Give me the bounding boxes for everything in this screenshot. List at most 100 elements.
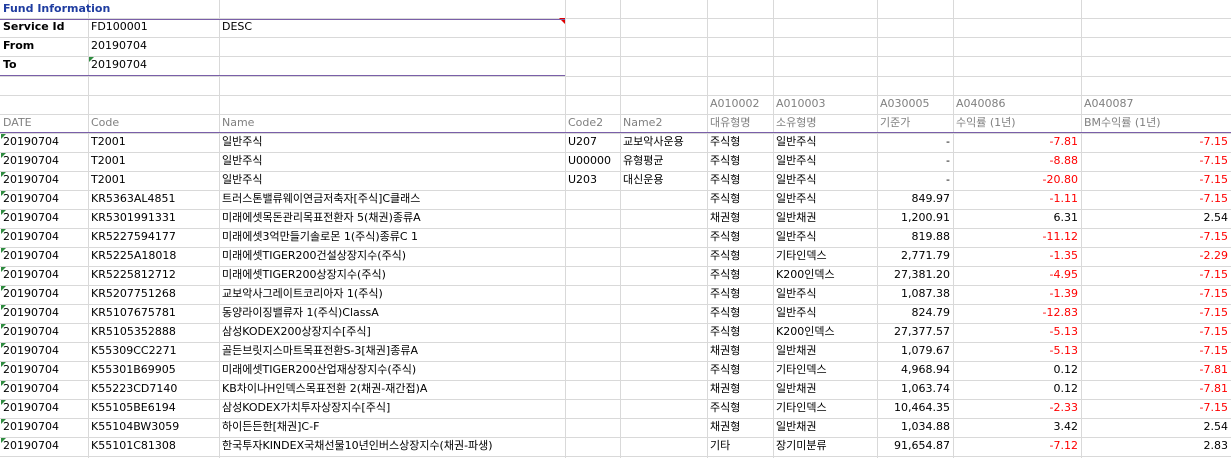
column-header-cell[interactable]: BM수익률 (1년): [1081, 114, 1231, 132]
return-1y-cell[interactable]: 6.31: [953, 209, 1081, 227]
nav-cell[interactable]: 27,381.20: [877, 266, 953, 284]
bm-return-1y-cell[interactable]: -7.15: [1081, 266, 1231, 284]
date-cell[interactable]: 20190704: [0, 361, 88, 379]
fund-name-cell[interactable]: 미래에셋3억만들기솔로몬 1(주식)종류C 1: [219, 228, 565, 246]
small-type-cell[interactable]: 기타인덱스: [773, 399, 877, 417]
nav-cell[interactable]: 1,079.67: [877, 342, 953, 360]
fund-code-cell[interactable]: KR5107675781: [88, 304, 219, 322]
return-1y-cell[interactable]: 0.12: [953, 380, 1081, 398]
date-cell[interactable]: 20190704: [0, 323, 88, 341]
bm-return-1y-cell[interactable]: 2.83: [1081, 437, 1231, 455]
fund-name-cell[interactable]: 일반주식: [219, 171, 565, 189]
fund-code-cell[interactable]: T2001: [88, 152, 219, 170]
code2-cell[interactable]: [565, 266, 620, 284]
return-1y-cell[interactable]: 3.42: [953, 418, 1081, 436]
code2-cell[interactable]: [565, 247, 620, 265]
return-1y-cell[interactable]: -8.88: [953, 152, 1081, 170]
date-cell[interactable]: 20190704: [0, 209, 88, 227]
date-cell[interactable]: 20190704: [0, 247, 88, 265]
bm-return-1y-cell[interactable]: -7.15: [1081, 285, 1231, 303]
fund-code-cell[interactable]: K55309CC2271: [88, 342, 219, 360]
small-type-cell[interactable]: 기타인덱스: [773, 361, 877, 379]
nav-cell[interactable]: 849.97: [877, 190, 953, 208]
big-type-cell[interactable]: 기타: [707, 437, 773, 455]
small-type-cell[interactable]: 일반채권: [773, 342, 877, 360]
date-cell[interactable]: 20190704: [0, 285, 88, 303]
date-cell[interactable]: 20190704: [0, 418, 88, 436]
name2-cell[interactable]: [620, 228, 707, 246]
fund-code-cell[interactable]: KR5363AL4851: [88, 190, 219, 208]
small-type-cell[interactable]: 일반주식: [773, 285, 877, 303]
name2-cell[interactable]: [620, 342, 707, 360]
big-type-cell[interactable]: 주식형: [707, 228, 773, 246]
date-cell[interactable]: 20190704: [0, 304, 88, 322]
nav-cell[interactable]: 27,377.57: [877, 323, 953, 341]
to-label-cell[interactable]: To: [0, 56, 88, 74]
code2-cell[interactable]: [565, 304, 620, 322]
sheet-title-cell[interactable]: Fund Information: [0, 0, 219, 18]
name2-cell[interactable]: [620, 190, 707, 208]
fund-code-cell[interactable]: KR5225812712: [88, 266, 219, 284]
date-cell[interactable]: 20190704: [0, 342, 88, 360]
column-header-cell[interactable]: 소유형명: [773, 114, 877, 132]
big-type-cell[interactable]: 채권형: [707, 418, 773, 436]
field-code-cell[interactable]: A040086: [953, 95, 1081, 113]
small-type-cell[interactable]: 기타인덱스: [773, 247, 877, 265]
bm-return-1y-cell[interactable]: -2.29: [1081, 247, 1231, 265]
fund-code-cell[interactable]: KR5225A18018: [88, 247, 219, 265]
code2-cell[interactable]: [565, 437, 620, 455]
nav-cell[interactable]: 2,771.79: [877, 247, 953, 265]
name2-cell[interactable]: [620, 437, 707, 455]
fund-name-cell[interactable]: 동양라이징밸류자 1(주식)ClassA: [219, 304, 565, 322]
big-type-cell[interactable]: 주식형: [707, 285, 773, 303]
bm-return-1y-cell[interactable]: -7.15: [1081, 304, 1231, 322]
return-1y-cell[interactable]: -11.12: [953, 228, 1081, 246]
fund-name-cell[interactable]: 미래에셋목돈관리목표전환자 5(채권)종류A: [219, 209, 565, 227]
return-1y-cell[interactable]: -2.33: [953, 399, 1081, 417]
name2-cell[interactable]: [620, 399, 707, 417]
fund-code-cell[interactable]: K55105BE6194: [88, 399, 219, 417]
bm-return-1y-cell[interactable]: -7.15: [1081, 399, 1231, 417]
fund-code-cell[interactable]: T2001: [88, 171, 219, 189]
return-1y-cell[interactable]: -5.13: [953, 342, 1081, 360]
fund-name-cell[interactable]: 골든브릿지스마트목표전환S-3[채권]종류A: [219, 342, 565, 360]
sort-order-cell[interactable]: DESC: [219, 18, 565, 36]
small-type-cell[interactable]: 장기미분류: [773, 437, 877, 455]
bm-return-1y-cell[interactable]: 2.54: [1081, 418, 1231, 436]
small-type-cell[interactable]: 일반채권: [773, 380, 877, 398]
small-type-cell[interactable]: 일반채권: [773, 418, 877, 436]
date-cell[interactable]: 20190704: [0, 437, 88, 455]
date-cell[interactable]: 20190704: [0, 133, 88, 151]
big-type-cell[interactable]: 채권형: [707, 209, 773, 227]
field-code-cell[interactable]: A010002: [707, 95, 773, 113]
service-id-value-cell[interactable]: FD100001: [88, 18, 219, 36]
return-1y-cell[interactable]: -5.13: [953, 323, 1081, 341]
nav-cell[interactable]: 1,034.88: [877, 418, 953, 436]
date-cell[interactable]: 20190704: [0, 171, 88, 189]
name2-cell[interactable]: 유형평균: [620, 152, 707, 170]
return-1y-cell[interactable]: -1.11: [953, 190, 1081, 208]
fund-name-cell[interactable]: 삼성KODEX200상장지수[주식]: [219, 323, 565, 341]
fund-name-cell[interactable]: 미래에셋TIGER200상장지수(주식): [219, 266, 565, 284]
fund-name-cell[interactable]: 미래에셋TIGER200산업재상장지수(주식): [219, 361, 565, 379]
bm-return-1y-cell[interactable]: -7.15: [1081, 228, 1231, 246]
big-type-cell[interactable]: 주식형: [707, 399, 773, 417]
nav-cell[interactable]: 10,464.35: [877, 399, 953, 417]
code2-cell[interactable]: [565, 323, 620, 341]
bm-return-1y-cell[interactable]: -7.15: [1081, 190, 1231, 208]
column-header-cell[interactable]: Name2: [620, 114, 707, 132]
big-type-cell[interactable]: 주식형: [707, 304, 773, 322]
return-1y-cell[interactable]: -7.12: [953, 437, 1081, 455]
return-1y-cell[interactable]: -1.39: [953, 285, 1081, 303]
return-1y-cell[interactable]: -7.81: [953, 133, 1081, 151]
fund-code-cell[interactable]: KR5301991331: [88, 209, 219, 227]
code2-cell[interactable]: [565, 399, 620, 417]
small-type-cell[interactable]: K200인덱스: [773, 266, 877, 284]
small-type-cell[interactable]: K200인덱스: [773, 323, 877, 341]
code2-cell[interactable]: U203: [565, 171, 620, 189]
return-1y-cell[interactable]: 0.12: [953, 361, 1081, 379]
return-1y-cell[interactable]: -20.80: [953, 171, 1081, 189]
fund-name-cell[interactable]: 한국투자KINDEX국채선물10년인버스상장지수(채권-파생): [219, 437, 565, 455]
bm-return-1y-cell[interactable]: -7.15: [1081, 323, 1231, 341]
big-type-cell[interactable]: 주식형: [707, 190, 773, 208]
